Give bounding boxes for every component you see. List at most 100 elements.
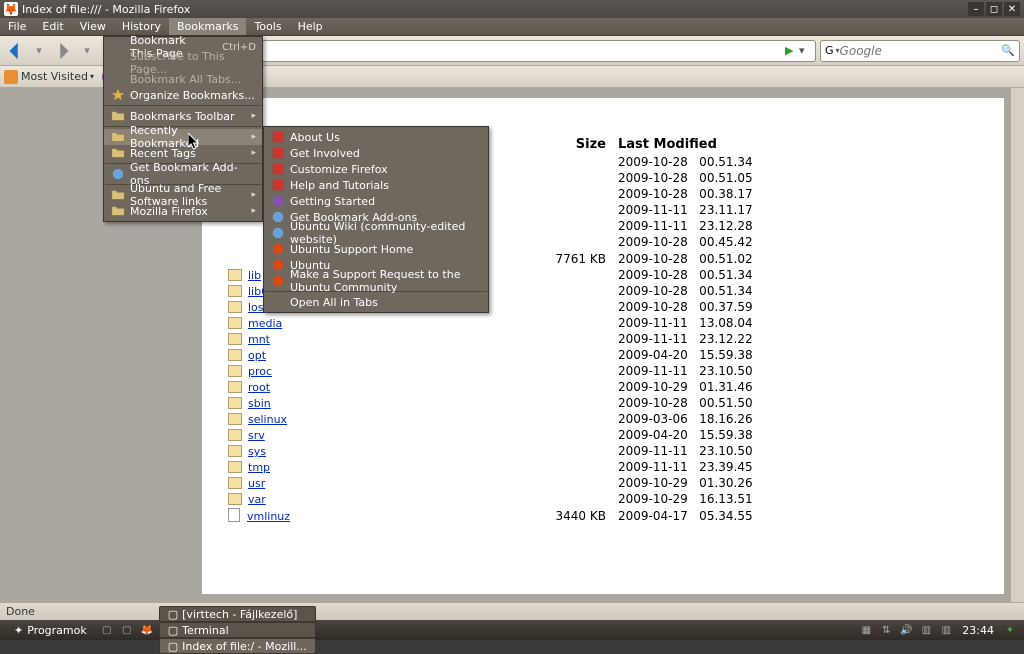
col-size[interactable]: Size — [522, 135, 612, 154]
folder-icon — [228, 461, 242, 473]
search-engine-icon[interactable]: G — [825, 44, 834, 57]
back-dropdown[interactable]: ▾ — [28, 40, 50, 62]
table-row: mnt 2009-11-11 23.12.22 — [222, 331, 782, 347]
most-visited-label: Most Visited — [21, 70, 88, 83]
search-input[interactable] — [840, 44, 1001, 58]
file-link[interactable]: proc — [248, 365, 272, 378]
file-modified: 2009-04-20 15.59.38 — [612, 427, 782, 443]
go-button[interactable]: ▶ — [785, 44, 799, 57]
ubuntu-icon — [270, 242, 286, 256]
tray-session-icon[interactable]: ✦ — [1002, 623, 1018, 637]
url-bar[interactable]: 📄 ▶ ▾ — [176, 40, 816, 62]
menu-item[interactable]: Ubuntu and Free Software links▸ — [104, 187, 262, 203]
menu-item[interactable]: Getting Started — [264, 193, 488, 209]
menu-item[interactable]: Recent Tags▸ — [104, 145, 262, 161]
file-link[interactable]: var — [248, 493, 266, 506]
file-link[interactable]: mnt — [248, 333, 270, 346]
folder-icon — [228, 269, 242, 281]
file-link[interactable]: srv — [248, 429, 265, 442]
file-link[interactable]: usr — [248, 477, 265, 490]
folder-icon — [228, 333, 242, 345]
file-size — [522, 363, 612, 379]
file-size: 3440 KB — [522, 507, 612, 524]
start-label: Programok — [27, 624, 87, 637]
folder-icon — [110, 188, 126, 202]
urlbar-dropdown[interactable]: ▾ — [799, 44, 813, 57]
file-link[interactable]: media — [248, 317, 282, 330]
quicklaunch-firefox[interactable]: 🦊 — [139, 623, 155, 637]
menu-item[interactable]: Get Involved — [264, 145, 488, 161]
file-link[interactable]: root — [248, 381, 270, 394]
tray-volume-icon[interactable]: 🔊 — [898, 623, 914, 637]
file-size — [522, 267, 612, 283]
taskbar-app-button[interactable]: ▢Index of file:/ - Mozill... — [159, 638, 316, 654]
menu-item[interactable]: Customize Firefox — [264, 161, 488, 177]
file-modified: 2009-11-11 23.12.22 — [612, 331, 782, 347]
file-link[interactable]: tmp — [248, 461, 270, 474]
tray-cpu-icon[interactable]: ▦ — [858, 623, 874, 637]
file-link[interactable]: lib — [248, 269, 261, 282]
folder-icon — [4, 70, 18, 84]
menu-item[interactable]: Make a Support Request to the Ubuntu Com… — [264, 273, 488, 289]
file-link[interactable]: vmlinuz — [247, 510, 290, 523]
recently-bookmarked-submenu[interactable]: About UsGet Involved Customize FirefoxHel… — [263, 126, 489, 313]
scrollbar-vertical[interactable] — [1010, 88, 1024, 602]
maximize-button[interactable]: ◻ — [986, 2, 1002, 16]
taskbar-clock[interactable]: 23:44 — [962, 624, 994, 637]
taskbar-app-button[interactable]: ▢[virttech - Fájlkezelő] — [159, 606, 316, 622]
menu-edit[interactable]: Edit — [34, 18, 71, 35]
most-visited-button[interactable]: Most Visited▾ — [4, 70, 94, 84]
menu-tools[interactable]: Tools — [246, 18, 289, 35]
bookmarks-menu[interactable]: Bookmark This PageCtrl+DSubscribe to Thi… — [103, 36, 263, 222]
taskbar-app-button[interactable]: ▢Terminal — [159, 622, 316, 638]
menu-item[interactable]: Recently Bookmarked▸ — [104, 129, 262, 145]
menu-item[interactable]: Help and Tutorials — [264, 177, 488, 193]
tray-indicator-2[interactable]: ▥ — [938, 623, 954, 637]
tray-indicator-1[interactable]: ▥ — [918, 623, 934, 637]
taskbar: ✦Programok ▢ ▢ 🦊 ▢[virttech - Fájlkezelő… — [0, 620, 1024, 640]
file-link[interactable]: sys — [248, 445, 266, 458]
menu-item[interactable]: Open All in Tabs — [264, 294, 488, 310]
redff-icon — [270, 178, 286, 192]
menu-file[interactable]: File — [0, 18, 34, 35]
forward-dropdown[interactable]: ▾ — [76, 40, 98, 62]
minimize-button[interactable]: – — [968, 2, 984, 16]
menu-bookmarks[interactable]: Bookmarks — [169, 18, 246, 35]
close-button[interactable]: ✕ — [1004, 2, 1020, 16]
submenu-arrow-icon: ▸ — [251, 132, 256, 142]
menu-item[interactable]: Ubuntu Wiki (community-edited website) — [264, 225, 488, 241]
start-menu-button[interactable]: ✦Programok — [6, 622, 95, 638]
file-modified: 2009-10-28 00.37.59 — [612, 299, 782, 315]
menu-item[interactable]: About Us — [264, 129, 488, 145]
menu-item-label: Ubuntu Support Home — [290, 243, 482, 256]
col-last-modified[interactable]: Last Modified — [612, 135, 782, 154]
file-link[interactable]: selinux — [248, 413, 287, 426]
search-go-icon[interactable]: 🔍 — [1001, 44, 1015, 57]
menu-view[interactable]: View — [72, 18, 114, 35]
url-input[interactable] — [199, 42, 785, 60]
menu-separator — [105, 105, 261, 106]
quicklaunch-1[interactable]: ▢ — [99, 623, 115, 637]
menu-history[interactable]: History — [114, 18, 169, 35]
file-size — [522, 427, 612, 443]
menu-item-label: Customize Firefox — [290, 163, 482, 176]
menu-item[interactable]: Organize Bookmarks... — [104, 87, 262, 103]
tray-network-icon[interactable]: ⇅ — [878, 623, 894, 637]
quicklaunch-2[interactable]: ▢ — [119, 623, 135, 637]
forward-button[interactable] — [52, 40, 74, 62]
menu-help[interactable]: Help — [290, 18, 331, 35]
menu-item[interactable]: Bookmarks Toolbar▸ — [104, 108, 262, 124]
file-size: 7761 KB — [522, 250, 612, 267]
file-modified: 2009-10-29 16.13.51 — [612, 491, 782, 507]
back-button[interactable] — [4, 40, 26, 62]
search-bar[interactable]: G▾ 🔍 — [820, 40, 1020, 62]
file-link[interactable]: opt — [248, 349, 266, 362]
menu-item[interactable]: Mozilla Firefox▸ — [104, 203, 262, 219]
menu-item[interactable]: Ubuntu Support Home — [264, 241, 488, 257]
file-modified: 2009-11-11 23.10.50 — [612, 363, 782, 379]
file-modified: 2009-10-29 01.30.26 — [612, 475, 782, 491]
menu-item[interactable]: Get Bookmark Add-ons — [104, 166, 262, 182]
file-size — [522, 395, 612, 411]
table-row: var 2009-10-29 16.13.51 — [222, 491, 782, 507]
file-link[interactable]: sbin — [248, 397, 271, 410]
